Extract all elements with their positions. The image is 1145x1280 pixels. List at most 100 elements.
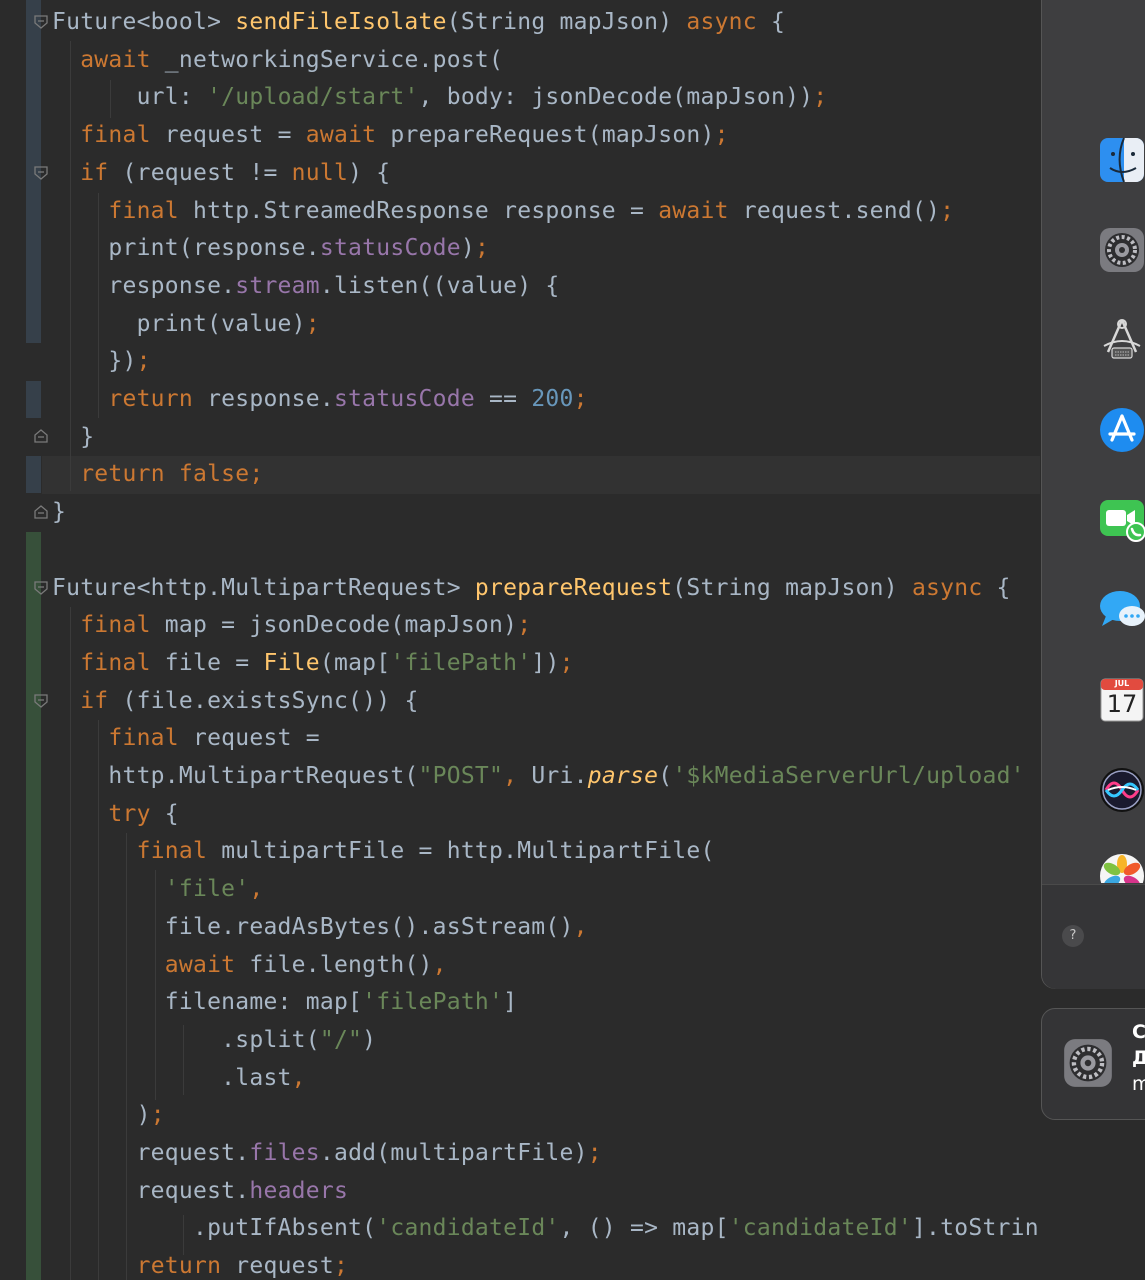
code-token: files [249, 1140, 320, 1166]
code-line[interactable]: final request = await prepareRequest(map… [52, 116, 729, 154]
code-token: http.StreamedResponse response = [192, 197, 659, 224]
app-store-icon[interactable] [1098, 406, 1145, 454]
fold-collapse-icon[interactable] [34, 15, 48, 29]
code-token: ( [658, 763, 673, 789]
fold-end-icon[interactable] [34, 429, 48, 443]
code-token: ; [517, 612, 532, 639]
code-token: null [291, 159, 349, 186]
help-button[interactable]: ? [1062, 925, 1084, 947]
code-token: stream [235, 272, 320, 299]
code-line[interactable]: url: '/upload/start', body: jsonDecode(m… [52, 78, 828, 116]
code-token: async [686, 9, 771, 35]
code-line[interactable]: return false; [52, 455, 263, 493]
code-line[interactable]: } [52, 493, 66, 531]
code-token: final [108, 725, 193, 752]
code-token: Uri. [531, 763, 588, 789]
code-line[interactable]: .split("/") [52, 1021, 376, 1059]
code-token: request [235, 1253, 334, 1280]
code-token: (String mapJson) [446, 9, 687, 35]
siri-icon[interactable] [1098, 766, 1145, 814]
code-token: ) [52, 1102, 151, 1129]
code-line[interactable]: await _networkingService.post( [52, 41, 503, 79]
code-line[interactable]: file.readAsBytes().asStream(), [52, 908, 588, 946]
code-line[interactable]: print(value); [52, 305, 320, 343]
system-preferences-icon[interactable] [1098, 226, 1145, 274]
code-token: return [136, 1253, 236, 1280]
code-token: statusCode [333, 386, 490, 412]
notification-line: С [1132, 1021, 1145, 1043]
calendar-icon[interactable]: JUL 17 [1098, 676, 1145, 724]
code-line[interactable]: if (file.existsSync()) { [52, 682, 419, 720]
code-token: ; [333, 1253, 349, 1280]
notification-banner[interactable]: С Д m [1041, 1008, 1145, 1120]
code-line[interactable]: .putIfAbsent('candidateId', () => map['c… [52, 1209, 1040, 1247]
code-token: await [164, 951, 250, 978]
code-token: request.send() [742, 197, 941, 224]
code-token: if [80, 687, 123, 714]
code-token: { [770, 9, 786, 35]
code-token: File [263, 649, 320, 676]
code-line[interactable]: await file.length(), [52, 946, 447, 984]
code-line[interactable]: request.headers [52, 1172, 348, 1210]
code-token: , [503, 763, 532, 789]
gutter-added-marker [26, 532, 41, 1280]
code-token: return false; [80, 461, 264, 488]
code-token: request. [52, 1140, 250, 1166]
code-line[interactable]: request.files.add(multipartFile); [52, 1134, 602, 1172]
code-token: final [108, 197, 193, 224]
fold-end-icon[interactable] [34, 505, 48, 519]
fold-collapse-icon[interactable] [34, 166, 48, 180]
code-line[interactable]: }); [52, 342, 151, 380]
code-token: response. [207, 386, 334, 412]
code-line[interactable]: .last, [52, 1059, 306, 1097]
fold-collapse-icon[interactable] [34, 694, 48, 708]
code-token: ; [714, 122, 729, 149]
code-line[interactable]: final file = File(map['filePath']); [52, 644, 574, 682]
code-token: ; [305, 310, 320, 337]
code-line[interactable]: http.MultipartRequest("POST", Uri.parse(… [52, 757, 1025, 795]
code-line[interactable]: } [52, 418, 94, 456]
code-line[interactable]: try { [52, 795, 179, 833]
code-editor[interactable]: Future<bool> sendFileIsolate(String mapJ… [0, 0, 1040, 1280]
code-line[interactable]: return response.statusCode == 200; [52, 380, 588, 418]
messages-icon[interactable] [1098, 586, 1145, 634]
code-line[interactable]: print(response.statusCode); [52, 229, 489, 267]
code-token: ] [503, 989, 518, 1016]
code-line[interactable]: final request = [52, 719, 320, 757]
finder-icon[interactable] [1098, 136, 1145, 184]
code-token: prepareRequest [474, 574, 673, 601]
fold-collapse-icon[interactable] [34, 581, 48, 595]
code-token: ].toString()) [911, 1215, 1040, 1242]
code-line[interactable]: final multipartFile = http.MultipartFile… [52, 832, 715, 870]
code-token: ; [573, 386, 588, 412]
code-line[interactable]: 'file', [52, 870, 263, 908]
code-token: multipartFile = http.MultipartFile( [221, 838, 715, 865]
code-token: ; [559, 649, 574, 676]
code-token: Future<http.MultipartRequest> [52, 574, 475, 601]
code-line[interactable]: final http.StreamedResponse response = a… [52, 192, 954, 230]
code-line[interactable]: Future<bool> sendFileIsolate(String mapJ… [52, 3, 785, 41]
code-line[interactable]: ); [52, 1096, 165, 1134]
code-line[interactable]: filename: map['filePath'] [52, 983, 517, 1021]
code-token: , body: jsonDecode(mapJson)) [418, 84, 814, 111]
code-line[interactable]: Future<http.MultipartRequest> prepareReq… [52, 569, 1011, 607]
code-token: map = jsonDecode(mapJson) [164, 612, 518, 639]
code-token: , [291, 1064, 306, 1091]
photos-icon[interactable] [1098, 852, 1145, 883]
code-line[interactable]: final map = jsonDecode(mapJson); [52, 606, 531, 644]
notification-text: С Д m [1132, 1019, 1145, 1097]
code-line[interactable]: return request; [52, 1247, 348, 1280]
facetime-icon[interactable] [1098, 496, 1145, 544]
notification-line: m [1132, 1073, 1145, 1095]
code-line[interactable]: response.stream.listen((value) { [52, 267, 560, 305]
script-editor-icon[interactable] [1098, 316, 1145, 364]
code-line[interactable]: if (request != null) { [52, 154, 390, 192]
